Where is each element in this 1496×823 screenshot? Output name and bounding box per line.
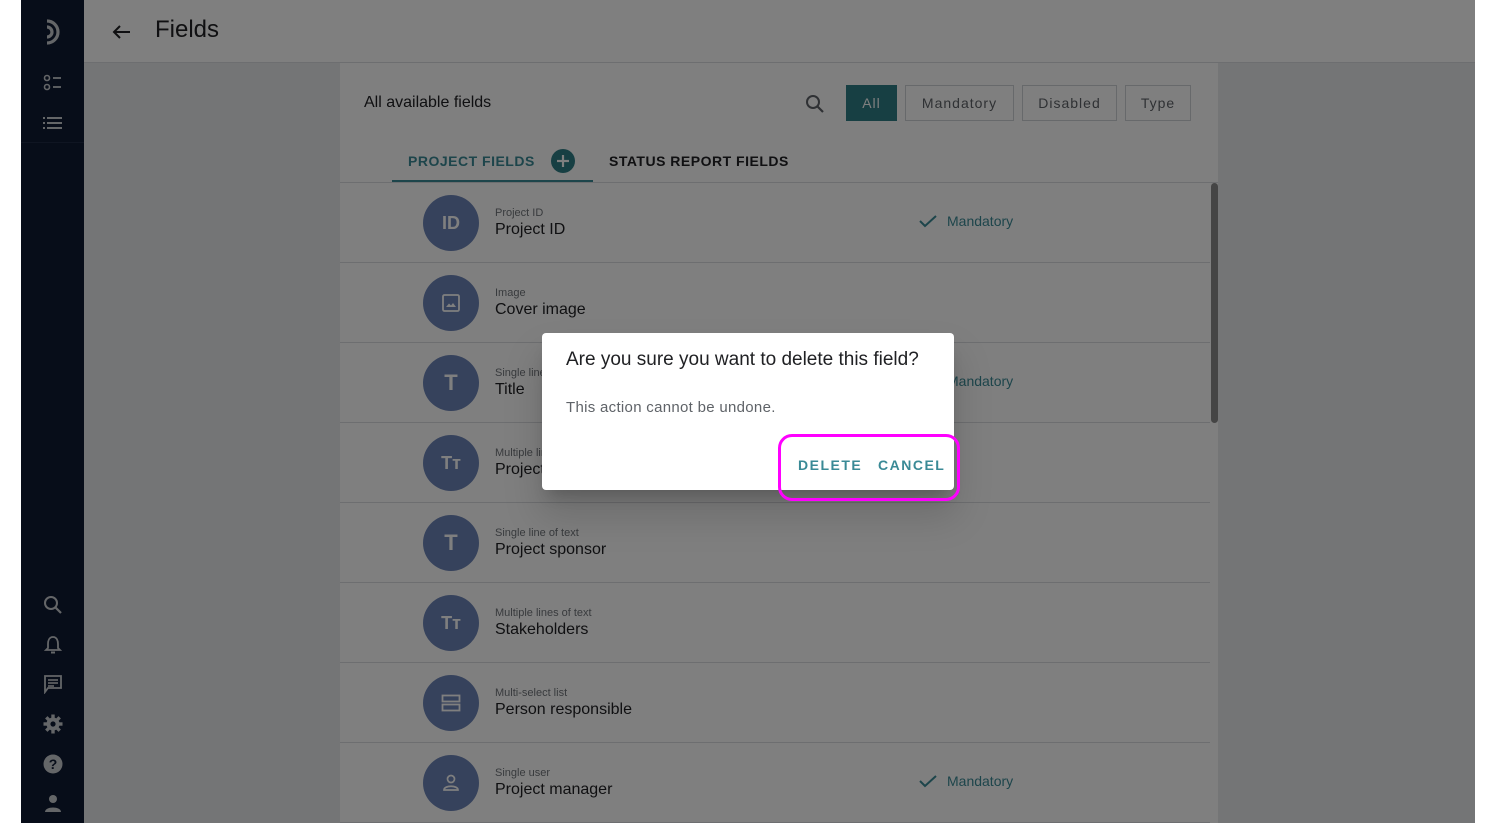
app: ? Fields All available fields All Mandat… xyxy=(21,0,1475,823)
highlight-annotation xyxy=(778,434,960,501)
dialog-title: Are you sure you want to delete this fie… xyxy=(566,349,919,370)
dialog-message: This action cannot be undone. xyxy=(566,399,776,416)
